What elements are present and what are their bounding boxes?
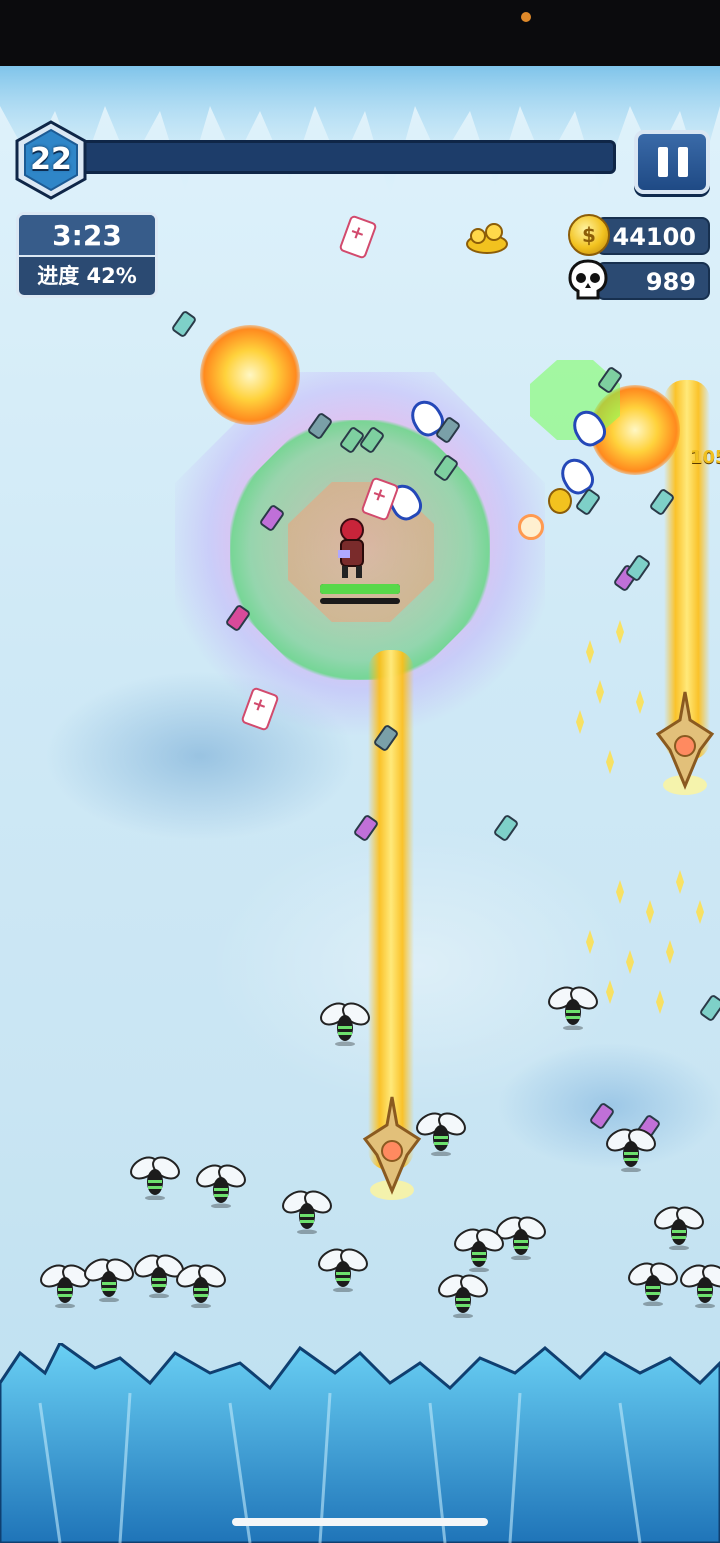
status-bar xyxy=(0,0,720,66)
pause-icon-bar xyxy=(678,147,688,177)
coin-pickup xyxy=(548,488,572,514)
level-number: 22 xyxy=(30,142,72,177)
ice-crystal-border xyxy=(0,1343,720,1543)
stage-progress: 进度 42% xyxy=(37,264,137,288)
coin-counter: 44100 xyxy=(596,217,710,255)
wasp-enemy xyxy=(318,1246,368,1292)
elapsed-time: 3:23 xyxy=(19,215,155,255)
gold-treasure-pickup xyxy=(466,223,508,254)
wasp-enemy xyxy=(130,1154,180,1200)
player-hero xyxy=(338,518,364,578)
wasp-enemy xyxy=(320,1000,370,1046)
wasp-enemy xyxy=(548,984,598,1030)
wasp-enemy xyxy=(416,1110,466,1156)
coin-symbol: $ xyxy=(582,223,596,247)
kill-counter: 989 xyxy=(596,262,710,300)
wasp-enemy xyxy=(680,1262,720,1308)
wasp-enemy xyxy=(438,1272,488,1318)
wasp-enemy xyxy=(606,1126,656,1172)
damage-number: 105 xyxy=(690,447,720,468)
orb-pickup xyxy=(518,514,544,540)
wasp-enemy xyxy=(196,1162,246,1208)
skull-icon xyxy=(568,259,608,300)
coin-count: 44100 xyxy=(612,223,697,251)
gold-coin-icon: $ xyxy=(568,214,610,256)
player-energy-bar xyxy=(320,598,400,604)
timer-panel: 3:23 进度 42% xyxy=(16,212,158,298)
kill-count: 989 xyxy=(645,268,696,296)
wasp-enemy xyxy=(282,1188,332,1234)
explosion-effect xyxy=(200,325,300,425)
home-indicator[interactable] xyxy=(232,1518,488,1526)
pause-icon xyxy=(658,147,668,177)
wasp-enemy xyxy=(454,1226,504,1272)
player-health-bar xyxy=(320,584,400,594)
wasp-enemy xyxy=(654,1204,704,1250)
sparkle-cloud xyxy=(576,620,704,1014)
wasp-enemy xyxy=(176,1262,226,1308)
wasp-enemy xyxy=(40,1262,90,1308)
game-screen[interactable]: 22 3:23 进度 42% 44100 $ 989 105 xyxy=(0,0,720,1543)
golden-turret-statue xyxy=(655,691,715,795)
pause-button[interactable] xyxy=(634,130,710,194)
wasp-enemy xyxy=(84,1256,134,1302)
wasp-enemy xyxy=(628,1260,678,1306)
level-badge: 22 xyxy=(14,120,88,200)
experience-bar xyxy=(70,140,616,174)
camera-indicator xyxy=(521,12,531,22)
